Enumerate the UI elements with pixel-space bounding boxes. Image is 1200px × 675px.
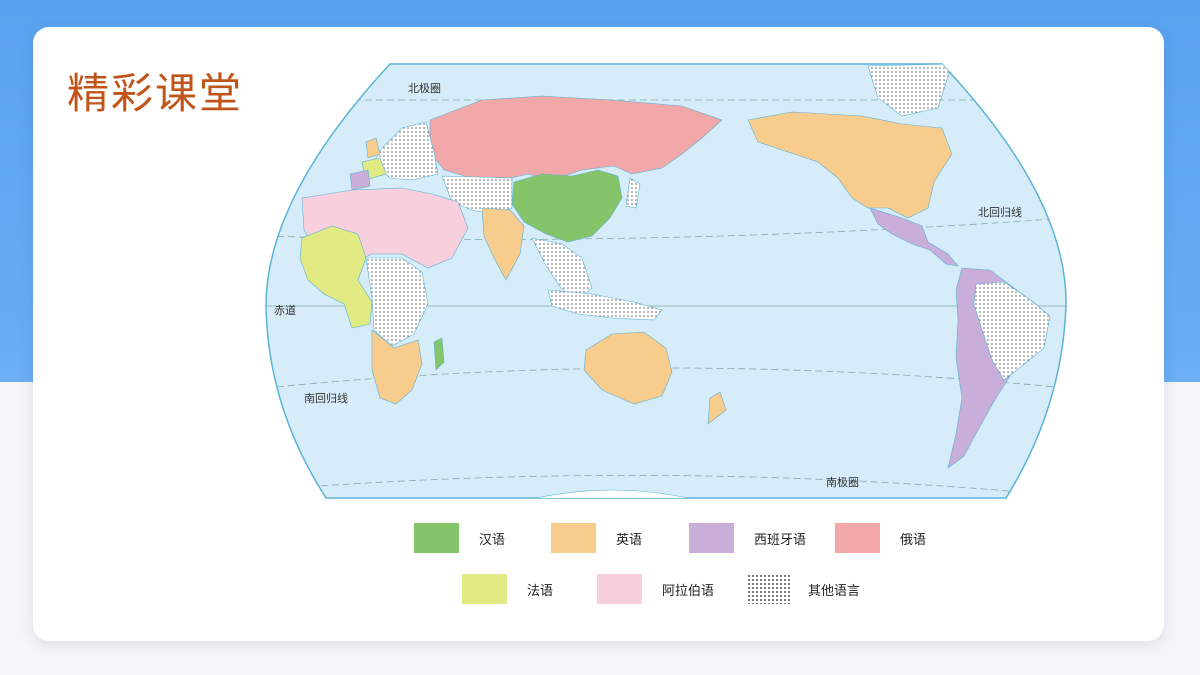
label-antarctic-circle: 南极圈 (826, 475, 859, 489)
slide-title: 精彩课堂 (67, 69, 244, 118)
label-equator: 赤道 (274, 303, 296, 317)
label-tropic-of-capricorn: 南回归线 (304, 391, 348, 405)
label-arctic-circle: 北极圈 (408, 81, 441, 95)
label-tropic-of-cancer: 北回归线 (978, 205, 1022, 219)
world-language-map: 北极圈 北回归线 赤道 南回归线 南极圈 (262, 58, 1070, 504)
